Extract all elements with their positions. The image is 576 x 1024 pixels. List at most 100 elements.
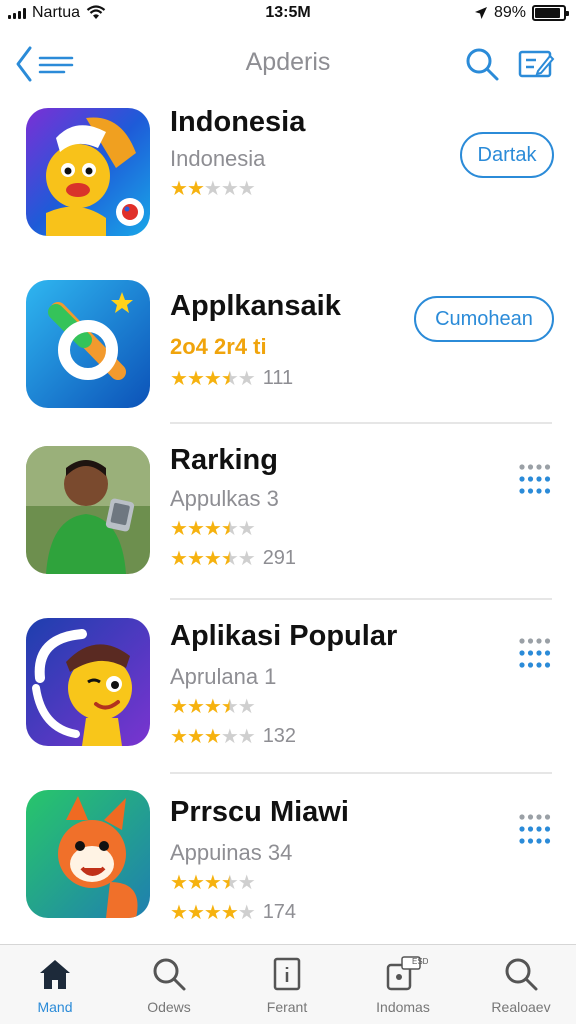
star-empty-icon: ★	[220, 726, 239, 748]
list-item[interactable]: Applkansaik 2o4 2r4 ti ★ ★ ★ ★ ★ 111 Cumohean	[0, 276, 576, 436]
rating-count: 111	[262, 367, 294, 389]
star-filled-icon: ★	[186, 902, 205, 924]
star-filled-icon: ★	[186, 726, 205, 748]
app-icon-tools[interactable]	[26, 280, 150, 408]
star-half-icon: ★	[220, 548, 239, 570]
app-icon-photo[interactable]	[26, 446, 150, 574]
battery-percent: 89%	[493, 4, 526, 21]
star-filled-icon: ★	[186, 178, 205, 200]
tab-document[interactable]: Ferant	[232, 955, 342, 1019]
star-filled-icon: ★	[170, 368, 188, 390]
tab-updates[interactable]: ESD Indomas	[348, 955, 458, 1019]
star-rating-secondary: ★ ★ ★ ★ ★ 174	[170, 900, 296, 925]
battery-fill	[535, 8, 560, 18]
divider	[170, 598, 552, 600]
app-subtitle: Appuinas 34	[170, 840, 293, 865]
star-rating: ★ ★ ★ ★ ★ 111	[170, 366, 293, 391]
app-name: Prrscu Miawi	[170, 796, 349, 828]
app-subtitle: Aprulana 1	[170, 664, 277, 689]
star-empty-icon: ★	[203, 178, 222, 200]
divider	[170, 422, 552, 424]
star-filled-icon: ★	[170, 726, 188, 748]
rating-count: 132	[262, 725, 297, 747]
star-filled-icon: ★	[203, 726, 222, 748]
star-filled-icon: ★	[170, 178, 188, 200]
more-options-icon[interactable]	[518, 462, 552, 496]
star-half-icon: ★	[220, 696, 239, 718]
star-filled-icon: ★	[186, 518, 205, 540]
tab-label: Odews	[147, 999, 191, 1015]
star-rating: ★ ★ ★ ★ ★	[170, 870, 256, 895]
app-name: Indonesia	[170, 106, 306, 138]
app-name: Applkansaik	[170, 290, 341, 322]
app-icon-character[interactable]	[26, 618, 150, 746]
star-filled-icon: ★	[203, 518, 222, 540]
star-filled-icon: ★	[170, 518, 188, 540]
status-bar: Nartua 13:5M 89%	[0, 0, 576, 28]
nav-bar: Apderis	[0, 40, 576, 88]
get-button[interactable]: Cumohean	[414, 296, 554, 342]
tab-label: Realoaev	[491, 999, 551, 1015]
get-button[interactable]: Dartak	[460, 132, 554, 178]
star-filled-icon: ★	[170, 548, 188, 570]
star-rating-secondary: ★ ★ ★ ★ ★ 291	[170, 546, 296, 571]
star-half-icon: ★	[220, 518, 239, 540]
more-options-icon[interactable]	[518, 812, 552, 846]
location-icon	[474, 7, 487, 19]
star-empty-icon: ★	[237, 872, 256, 894]
star-filled-icon: ★	[186, 872, 205, 894]
tab-badge: ESD	[412, 957, 429, 966]
divider	[170, 772, 552, 774]
app-icon-fox[interactable]	[26, 790, 150, 918]
star-filled-icon: ★	[203, 368, 222, 390]
star-filled-icon: ★	[220, 902, 239, 924]
tab-label: Mand	[37, 999, 73, 1015]
star-filled-icon: ★	[203, 872, 222, 894]
search-icon	[153, 958, 186, 991]
star-empty-icon: ★	[237, 178, 256, 200]
star-half-icon: ★	[220, 872, 239, 894]
star-rating: ★ ★ ★ ★ ★	[170, 516, 256, 541]
star-empty-icon: ★	[237, 518, 256, 540]
list-item[interactable]: Aplikasi Popular Aprulana 1 ★ ★ ★ ★ ★ ★ ★ ★ ★ ★ 1…	[0, 616, 576, 776]
tab-home[interactable]: Mand	[0, 955, 110, 1019]
document-icon	[273, 957, 301, 991]
tab-label: Indomas	[376, 999, 430, 1015]
app-icon-mascot[interactable]	[26, 108, 150, 236]
star-empty-icon: ★	[237, 696, 256, 718]
star-rating: ★ ★ ★ ★ ★	[170, 694, 256, 719]
star-rating-secondary: ★ ★ ★ ★ ★ 132	[170, 724, 296, 749]
star-empty-icon: ★	[237, 548, 256, 570]
star-filled-icon: ★	[170, 902, 188, 924]
list-item[interactable]: Prrscu Miawi Appuinas 34 ★ ★ ★ ★ ★ ★ ★ ★ ★ ★ 174	[0, 786, 576, 946]
star-filled-icon: ★	[170, 872, 188, 894]
app-subtitle: 2o4 2r4 ti	[170, 334, 267, 359]
search-icon[interactable]	[462, 44, 502, 84]
star-half-icon: ★	[220, 368, 239, 390]
tab-bar: Mand Odews Ferant ESD Indomas Realoaev	[0, 944, 576, 1024]
status-right: 89%	[474, 4, 569, 22]
battery-icon	[532, 5, 569, 21]
tab-search[interactable]: Odews	[114, 955, 224, 1019]
app-subtitle: Appulkas 3	[170, 486, 279, 511]
star-filled-icon: ★	[203, 696, 222, 718]
home-icon	[40, 960, 70, 989]
compose-icon[interactable]	[516, 44, 556, 84]
star-empty-icon: ★	[237, 368, 256, 390]
app-subtitle: Indonesia	[170, 146, 266, 171]
tab-search-2[interactable]: Realoaev	[466, 955, 576, 1019]
app-name: Rarking	[170, 444, 278, 476]
list-item[interactable]: Indonesia Indonesia ★ ★ ★ ★ ★ Dartak	[0, 104, 576, 264]
star-empty-icon: ★	[220, 178, 239, 200]
more-options-icon[interactable]	[518, 636, 552, 670]
rating-count: 291	[262, 547, 297, 569]
list-item[interactable]: Rarking Appulkas 3 ★ ★ ★ ★ ★ ★ ★ ★ ★ ★ 291	[0, 440, 576, 600]
star-empty-icon: ★	[237, 902, 256, 924]
tab-label: Ferant	[266, 999, 308, 1015]
star-filled-icon: ★	[186, 696, 205, 718]
star-filled-icon: ★	[170, 696, 188, 718]
star-filled-icon: ★	[186, 548, 205, 570]
star-empty-icon: ★	[237, 726, 256, 748]
search-icon	[505, 958, 538, 991]
star-filled-icon: ★	[203, 902, 222, 924]
